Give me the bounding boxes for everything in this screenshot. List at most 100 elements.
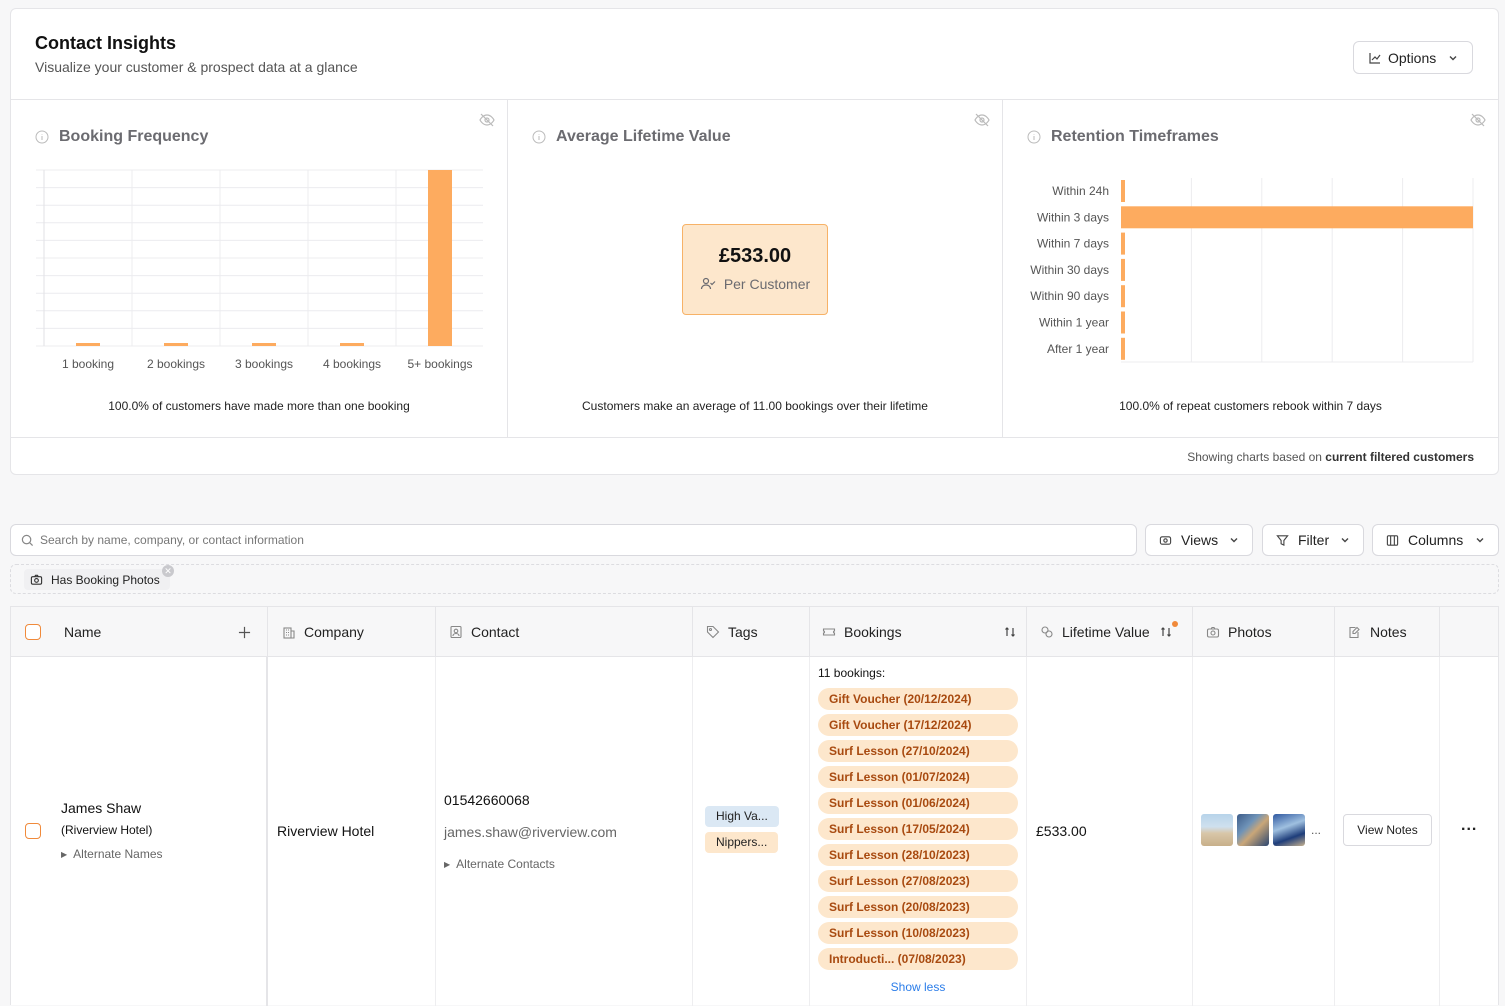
chart-icon [1369, 52, 1381, 64]
caret-right-icon: ▶ [444, 859, 451, 869]
insights-footer-bold: current filtered customers [1325, 450, 1474, 464]
info-icon[interactable] [532, 130, 546, 144]
column-bookings[interactable]: Bookings [810, 607, 1027, 657]
more-photos-indicator[interactable]: ... [1311, 823, 1321, 837]
plus-icon[interactable] [238, 626, 251, 639]
bar[interactable] [1121, 232, 1125, 255]
info-icon[interactable] [35, 130, 49, 144]
booking-tag[interactable]: Surf Lesson (01/07/2024) [818, 766, 1018, 788]
chart-gridlines [1190, 178, 1474, 362]
x-tick-label: 1 booking [62, 357, 114, 371]
bar[interactable] [1121, 285, 1125, 308]
columns-button[interactable]: Columns [1372, 524, 1499, 556]
retention-panel: Retention Timeframes Within 24h Within 3 … [1003, 100, 1498, 437]
bar[interactable] [164, 343, 188, 346]
sort-icon[interactable] [1004, 626, 1016, 638]
tag-nippers[interactable]: Nippers... [705, 832, 779, 853]
hide-eye-icon[interactable] [479, 112, 495, 128]
alternate-names-toggle[interactable]: ▶ Alternate Names [61, 847, 163, 861]
column-company[interactable]: Company [268, 607, 436, 657]
chevron-down-icon [1341, 538, 1349, 543]
cell-name: James Shaw (Riverview Hotel) ▶ Alternate… [11, 657, 268, 1006]
chevron-down-icon [1476, 538, 1484, 543]
cell-lifetime-value: £533.00 [1027, 657, 1193, 1006]
booking-frequency-chart: 1 booking 2 bookings 3 bookings 4 bookings 5… [36, 169, 483, 371]
x-tick-label: 4 bookings [323, 357, 381, 371]
column-contact-label: Contact [471, 624, 520, 640]
column-tags[interactable]: Tags [693, 607, 810, 657]
column-name[interactable]: Name [11, 607, 268, 657]
booking-tag[interactable]: Gift Voucher (20/12/2024) [818, 688, 1018, 710]
view-notes-button[interactable]: View Notes [1343, 814, 1432, 846]
info-icon[interactable] [1027, 130, 1041, 144]
views-label: Views [1181, 532, 1219, 548]
lifetime-value-title-text: Average Lifetime Value [556, 128, 731, 145]
booking-tag[interactable]: Introducti... (07/08/2023) [818, 948, 1018, 970]
sort-active-dot [1171, 621, 1178, 627]
views-button[interactable]: Views [1145, 524, 1253, 556]
contact-insights-card: Contact Insights Visualize your customer… [10, 8, 1499, 475]
x-tick-label: 5+ bookings [407, 357, 472, 371]
bar[interactable] [428, 170, 452, 346]
per-customer-text: Per Customer [723, 276, 811, 292]
booking-photo-thumbnail[interactable] [1237, 814, 1269, 846]
alternate-names-label: Alternate Names [73, 847, 163, 861]
booking-tag[interactable]: Surf Lesson (27/08/2023) [818, 870, 1018, 892]
columns-icon [1386, 534, 1399, 546]
tag-high-value[interactable]: High Va... [705, 806, 779, 827]
bar[interactable] [1121, 311, 1125, 334]
column-contact[interactable]: Contact [436, 607, 693, 657]
search-input[interactable]: Search by name, company, or contact info… [10, 524, 1137, 556]
select-all-checkbox[interactable] [25, 624, 41, 640]
booking-tag[interactable]: Surf Lesson (27/10/2024) [818, 740, 1018, 762]
bar[interactable] [76, 343, 100, 346]
column-lifetime-value[interactable]: Lifetime Value [1027, 607, 1193, 657]
column-notes[interactable]: Notes [1335, 607, 1440, 657]
building-icon [283, 627, 295, 639]
column-bookings-label: Bookings [844, 624, 902, 640]
hide-eye-icon[interactable] [1470, 112, 1486, 128]
per-customer-label: Per Customer [683, 276, 827, 292]
booking-frequency-title: Booking Frequency [35, 128, 208, 146]
ticket-icon [822, 628, 836, 636]
insights-subtitle: Visualize your customer & prospect data … [35, 59, 358, 75]
bar[interactable] [340, 343, 364, 346]
hide-eye-icon[interactable] [974, 112, 990, 128]
column-photos[interactable]: Photos [1193, 607, 1335, 657]
bar[interactable] [252, 343, 276, 346]
retention-title-text: Retention Timeframes [1051, 128, 1219, 145]
contact-card-icon [450, 625, 462, 639]
booking-photo-thumbnail[interactable] [1201, 814, 1233, 846]
filter-icon [1276, 534, 1289, 546]
cell-contact: 01542660068 james.shaw@riverview.com ▶ A… [436, 657, 693, 1006]
booking-tag[interactable]: Surf Lesson (20/08/2023) [818, 896, 1018, 918]
filter-button[interactable]: Filter [1262, 524, 1364, 556]
alternate-contacts-toggle[interactable]: ▶ Alternate Contacts [444, 857, 555, 871]
columns-label: Columns [1408, 532, 1464, 548]
options-button[interactable]: Options [1353, 41, 1473, 74]
show-less-link[interactable]: Show less [810, 980, 1026, 994]
booking-tag[interactable]: Surf Lesson (17/05/2024) [818, 818, 1018, 840]
caret-right-icon: ▶ [61, 849, 68, 859]
user-check-icon [700, 277, 716, 290]
bar[interactable] [1121, 258, 1125, 281]
booking-tag[interactable]: Gift Voucher (17/12/2024) [818, 714, 1018, 736]
remove-filter-icon[interactable]: ✕ [162, 565, 174, 577]
booking-photo-thumbnail[interactable] [1273, 814, 1305, 846]
booking-frequency-panel: Booking Frequency 1 booking 2 bookings 3 b… [11, 100, 508, 437]
table-toolbar: Search by name, company, or contact info… [10, 524, 1499, 556]
filter-chip[interactable]: Has Booking Photos [24, 569, 170, 590]
bar[interactable] [1121, 337, 1125, 360]
booking-tag[interactable]: Surf Lesson (28/10/2023) [818, 844, 1018, 866]
sort-active-icon[interactable] [1160, 621, 1178, 638]
more-actions-icon[interactable]: ... [1461, 817, 1477, 835]
bar[interactable] [1121, 180, 1125, 202]
row-checkbox[interactable] [25, 823, 41, 839]
booking-tag[interactable]: Surf Lesson (01/06/2024) [818, 792, 1018, 814]
booking-tag[interactable]: Surf Lesson (10/08/2023) [818, 922, 1018, 944]
bar[interactable] [1121, 206, 1473, 229]
cell-tags: High Va... Nippers... [693, 657, 810, 1006]
contact-email[interactable]: james.shaw@riverview.com [444, 824, 617, 840]
table-row[interactable]: James Shaw (Riverview Hotel) ▶ Alternate… [11, 657, 1498, 1006]
options-label: Options [1388, 49, 1437, 66]
